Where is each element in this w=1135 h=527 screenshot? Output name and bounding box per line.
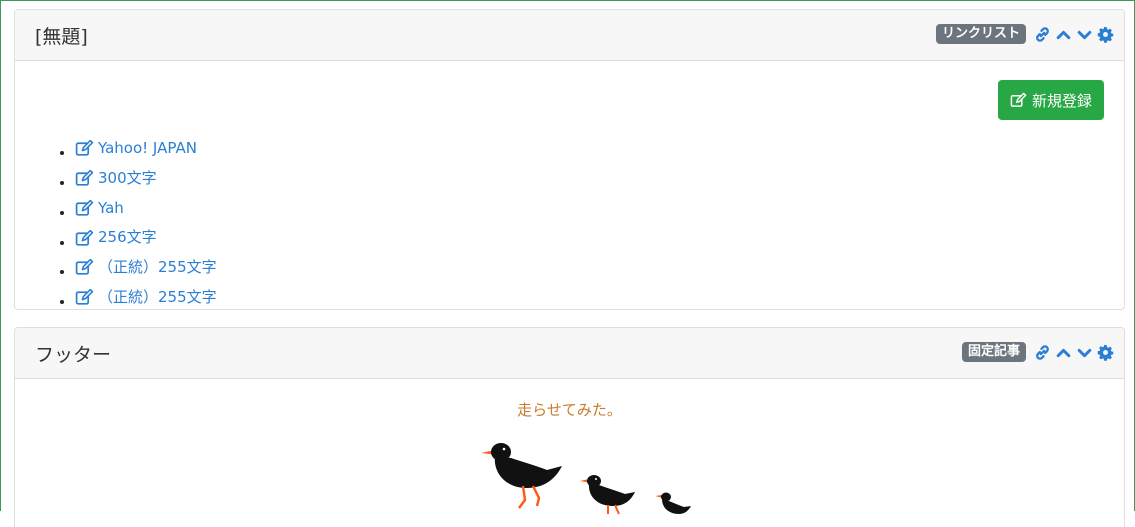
link-item[interactable]: （正統）255文字 — [75, 255, 217, 281]
link-label: 256文字 — [98, 228, 157, 247]
list-item: Yahoo! JAPAN — [75, 136, 217, 166]
link-label: （正統）255文字 — [98, 287, 217, 306]
link-item[interactable]: Yahoo! JAPAN — [75, 136, 197, 162]
link-item[interactable]: 256文字 — [75, 225, 157, 251]
edit-icon — [1010, 92, 1027, 107]
edit-icon[interactable] — [75, 170, 94, 187]
chevron-up-icon[interactable] — [1055, 26, 1072, 43]
edit-icon[interactable] — [75, 229, 94, 247]
running-birds-image — [481, 443, 691, 515]
new-link-button-label: 新規登録 — [1031, 91, 1092, 110]
link-label: Yah — [98, 198, 124, 217]
gear-icon[interactable] — [1097, 344, 1114, 361]
list-item: （正統）255文字 — [75, 255, 217, 285]
link-item[interactable]: （正統）255文字 — [75, 285, 217, 309]
edit-icon[interactable] — [75, 140, 94, 157]
list-item: 256文字 — [75, 225, 217, 255]
chevron-up-icon[interactable] — [1055, 344, 1072, 361]
gear-icon[interactable] — [1097, 26, 1114, 43]
link-item[interactable]: Yah — [75, 196, 124, 222]
bird-medium — [580, 475, 635, 515]
frame-header: フッター 固定記事 — [15, 328, 1124, 379]
frame-title: [無題] — [35, 26, 88, 48]
link-icon[interactable] — [1034, 26, 1051, 43]
chevron-down-icon[interactable] — [1076, 344, 1093, 361]
list-item: （正統）255文字 — [75, 285, 217, 309]
edit-icon[interactable] — [75, 259, 94, 276]
link-item[interactable]: 300文字 — [75, 166, 157, 192]
link-label: 300文字 — [98, 168, 157, 187]
chevron-down-icon[interactable] — [1076, 26, 1093, 43]
frame-header: [無題] リンクリスト — [15, 10, 1124, 61]
footer-text: 走らせてみた。 — [517, 401, 622, 419]
link-label: Yahoo! JAPAN — [98, 139, 197, 157]
link-list-frame: [無題] リンクリスト 新規登録 Yahoo! JAPAN 300文字 Yah … — [14, 9, 1125, 310]
edit-icon[interactable] — [75, 199, 94, 217]
plugin-badge: 固定記事 — [961, 342, 1026, 362]
new-link-button[interactable]: 新規登録 — [997, 80, 1104, 120]
frame-tools: 固定記事 — [961, 342, 1114, 362]
plugin-badge: リンクリスト — [935, 24, 1026, 44]
link-list: Yahoo! JAPAN 300文字 Yah 256文字 （正統）255文字 （… — [55, 136, 217, 309]
edit-icon[interactable] — [75, 289, 94, 306]
list-item: 300文字 — [75, 166, 217, 196]
bird-large — [481, 443, 562, 509]
footer-frame: フッター 固定記事 走らせてみた。 — [14, 327, 1125, 527]
frame-tools: リンクリスト — [935, 24, 1114, 44]
link-icon[interactable] — [1034, 344, 1051, 361]
link-label: （正統）255文字 — [98, 258, 217, 276]
frame-title: フッター — [35, 344, 112, 366]
list-item: Yah — [75, 196, 217, 226]
